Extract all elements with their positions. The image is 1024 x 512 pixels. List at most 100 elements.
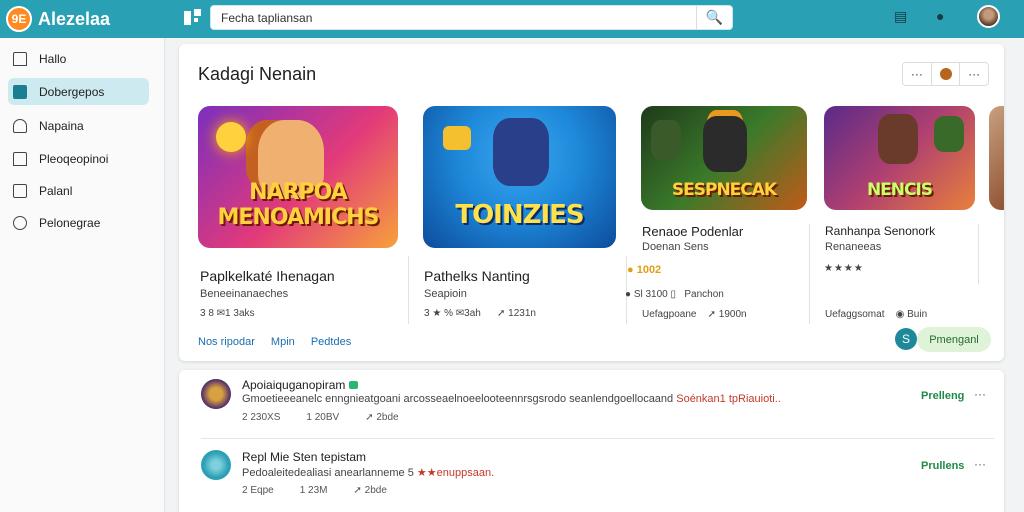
divider <box>201 438 994 439</box>
game-cover-image[interactable]: NENCIS <box>824 106 975 210</box>
divider <box>408 256 409 324</box>
game-cover-image[interactable]: NARPOA MENOAMICHS <box>198 106 398 248</box>
sidebar-item-dobergepos[interactable]: Dobergepos <box>8 78 149 105</box>
section-title: Kadagi Nenain <box>198 64 317 84</box>
game-meta-value: Uefagpoane <box>642 309 697 320</box>
comment-icon: ◉ <box>895 309 905 320</box>
get-button[interactable]: Pmenganl <box>917 327 991 352</box>
game-meta-value: Panchon <box>684 289 724 300</box>
game-cover-title: TOINZIES <box>455 200 584 230</box>
game-name[interactable]: Renaoe Podenlar <box>642 224 743 239</box>
user-avatar[interactable] <box>977 5 1000 28</box>
list-item[interactable]: Repl Mie Sten tepistam Pedoaleitedealias… <box>179 440 1004 504</box>
item-meta-value: ➚ 2bde <box>353 485 387 496</box>
divider <box>809 224 810 324</box>
sidebar-item-pleoqeopinoi[interactable]: Pleoqeopinoi <box>8 145 149 172</box>
game-stars: ★★★★ <box>824 263 864 274</box>
game-card[interactable]: TOINZIES Pathelks Nanting Seapioin 3 ★ %… <box>423 106 616 319</box>
item-meta-value: 2 Eqpe <box>242 485 274 496</box>
item-more-button[interactable]: ··· <box>974 387 986 401</box>
sidebar-item-label: Napaina <box>39 118 84 133</box>
game-meta: 3 ★ % ✉3ah <box>424 308 481 319</box>
item-desc-text: Gmoetieeeanelc enngnieatgoani arcosseael… <box>242 393 674 405</box>
game-card[interactable]: NARPOA MENOAMICHS Paplkelkaté Ihenagan B… <box>198 106 398 319</box>
game-meta-value: Sl 3100 ▯ <box>633 289 677 300</box>
game-size: ➚ 1231n <box>497 308 536 319</box>
item-title: Repl Mie Sten tepistam <box>242 450 367 464</box>
item-title-text: Apoiaiquganopiram <box>242 378 346 392</box>
item-meta-value: ➚ 2bde <box>365 412 399 423</box>
apps-grid-icon[interactable] <box>184 9 204 27</box>
notification-icon[interactable]: ● <box>936 8 944 24</box>
item-description: Pedoaleitedealiasi anearlanneme 5 ★★enup… <box>242 466 494 479</box>
divider <box>978 224 979 284</box>
game-size-value: 1231n <box>508 308 536 319</box>
item-desc-text: Pedoaleitedealiasi anearlanneme 5 <box>242 467 414 479</box>
sidebar-item-label: Pelonegrae <box>39 215 101 230</box>
game-cover-image[interactable]: SESPNECAK <box>641 106 807 210</box>
game-card-partial[interactable] <box>989 106 1004 210</box>
library-icon <box>13 84 27 99</box>
game-rating-value: 1002 <box>636 264 662 276</box>
game-developer: Seapioin <box>424 288 467 300</box>
sidebar-item-label: Hallo <box>39 51 67 66</box>
game-developer: Renaneeas <box>825 241 882 253</box>
link-0[interactable]: Nos ripodar <box>198 336 255 348</box>
get-icon[interactable]: S <box>895 328 917 350</box>
game-developer: Beneeinanaeches <box>200 288 289 300</box>
search-icon: 🔍 <box>705 9 724 25</box>
list-item[interactable]: Apoiaiquganopiram Gmoetieeeanelc enngnie… <box>179 370 1004 434</box>
more-options-button[interactable]: ··· <box>903 63 932 85</box>
wrench-icon: ➚ <box>497 308 506 319</box>
game-name[interactable]: Ranhanpa Senonork <box>825 224 935 238</box>
search-bar: 🔍 <box>210 5 733 30</box>
game-meta: Uefagpoane ➚ 1900n <box>642 309 747 320</box>
coin-icon <box>939 68 952 80</box>
game-developer: Doenan Sens <box>642 241 709 253</box>
game-name[interactable]: Paplkelkaté Ihenagan <box>200 268 335 284</box>
item-action-button[interactable]: Prullens <box>921 460 964 472</box>
sidebar-item-napaina[interactable]: Napaina <box>8 112 149 139</box>
item-meta-value: 1 23M <box>299 485 328 496</box>
game-card[interactable]: NENCIS Ranhanpa Senonork Renaneeas ★★★★ … <box>824 106 975 320</box>
item-meta: 2 Eqpe 1 23M ➚ 2bde <box>242 485 413 496</box>
game-cover-image[interactable] <box>989 106 1004 210</box>
sidebar-item-hallo[interactable]: Hallo <box>8 45 149 72</box>
top-bar: 9E Alezelaa 🔍 ▤ ● <box>0 0 1024 38</box>
game-meta-value: Uefaggsomat <box>825 309 885 320</box>
game-meta: 3 8 ✉1 3aks <box>200 308 255 319</box>
item-more-button[interactable]: ··· <box>974 457 986 471</box>
game-cover-title: NARPOA MENOAMICHS <box>217 180 380 230</box>
item-avatar <box>201 450 231 480</box>
item-title: Apoiaiquganopiram <box>242 378 359 392</box>
coin-button[interactable] <box>932 63 961 85</box>
sidebar-item-palanl[interactable]: Palanl <box>8 177 149 204</box>
bell-icon <box>13 118 27 133</box>
link-2[interactable]: Pedtdes <box>311 336 351 348</box>
info-icon <box>13 215 27 230</box>
item-description: Gmoetieeeanelc enngnieatgoani arcosseael… <box>242 393 781 405</box>
game-meta-value: Buin <box>907 309 928 320</box>
item-action-button[interactable]: Prelleng <box>921 390 964 402</box>
link-1[interactable]: Mpin <box>271 336 295 348</box>
overflow-menu-button[interactable]: ··· <box>960 63 988 85</box>
card-toolbar: ··· ··· <box>902 62 989 86</box>
store-icon[interactable]: ▤ <box>894 8 907 25</box>
sidebar-item-label: Dobergepos <box>39 84 105 99</box>
app-logo[interactable]: 9E Alezelaa <box>6 6 110 32</box>
game-name[interactable]: Pathelks Nanting <box>424 268 530 284</box>
home-icon <box>13 51 27 66</box>
game-rating: ● 1002 <box>627 264 662 276</box>
sidebar-item-label: Pleoqeopinoi <box>39 151 109 166</box>
game-card[interactable]: SESPNECAK Renaoe Podenlar Doenan Sens ● … <box>625 106 807 320</box>
sidebar: Hallo Dobergepos Napaina Pleoqeopinoi Pa… <box>0 38 165 512</box>
game-size-value: 1900n <box>718 309 747 320</box>
item-meta-value: 2bde <box>364 485 387 496</box>
game-cover-image[interactable]: TOINZIES <box>423 106 616 248</box>
activity-feed: Apoiaiquganopiram Gmoetieeeanelc enngnie… <box>179 370 1004 512</box>
house-icon <box>13 151 27 166</box>
search-button[interactable]: 🔍 <box>696 6 732 29</box>
search-input[interactable] <box>211 6 697 29</box>
sidebar-item-pelonegrae[interactable]: Pelonegrae <box>8 209 149 236</box>
game-meta: ● Sl 3100 ▯ Panchon <box>625 289 724 300</box>
